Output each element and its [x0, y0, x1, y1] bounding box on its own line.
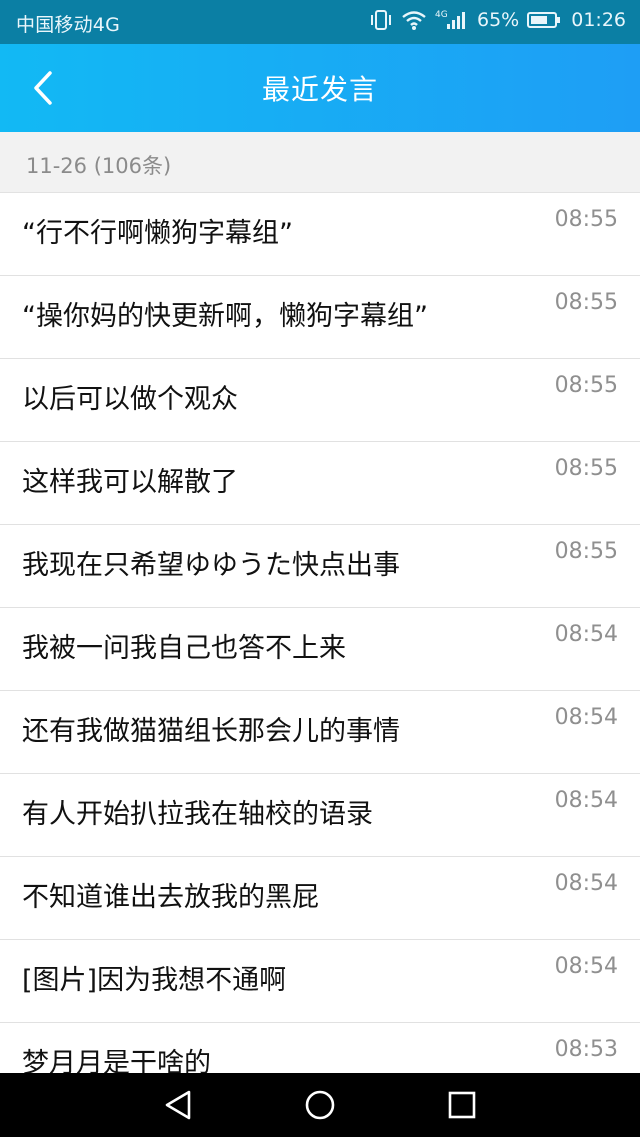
message-time: 08:55 [554, 539, 618, 564]
message-item[interactable]: 梦月月是干啥的 08:53 [0, 1023, 640, 1073]
message-text: 有人开始扒拉我在轴校的语录 [22, 799, 373, 830]
status-indicators: 4G 65% 01:26 [369, 9, 626, 31]
message-text: 不知道谁出去放我的黑屁 [22, 882, 319, 913]
title-bar: 最近发言 [0, 44, 640, 132]
message-item[interactable]: 还有我做猫猫组长那会儿的事情 08:54 [0, 691, 640, 774]
system-navigation-bar [0, 1073, 640, 1137]
message-item[interactable]: [图片]因为我想不通啊 08:54 [0, 940, 640, 1023]
message-item[interactable]: 这样我可以解散了 08:55 [0, 442, 640, 525]
message-text: 我被一问我自己也答不上来 [22, 633, 346, 664]
message-text: 还有我做猫猫组长那会儿的事情 [22, 716, 400, 747]
message-item[interactable]: 我现在只希望ゆゆうた快点出事 08:55 [0, 525, 640, 608]
wifi-icon [401, 9, 427, 31]
message-time: 08:53 [554, 1037, 618, 1062]
message-time: 08:55 [554, 207, 618, 232]
date-section-header: 11-26 (106条) [0, 132, 640, 193]
message-time: 08:54 [554, 954, 618, 979]
message-text: 以后可以做个观众 [22, 384, 238, 415]
carrier-label: 中国移动4G [16, 14, 121, 36]
recent-messages-screen: 中国移动4G 4G 65% 01:26 最近发言 11-26 (106条) “行… [0, 0, 640, 1137]
message-item[interactable]: “操你妈的快更新啊，懒狗字幕组” 08:55 [0, 276, 640, 359]
nav-home-button[interactable] [298, 1085, 342, 1125]
message-time: 08:54 [554, 622, 618, 647]
page-title: 最近发言 [261, 73, 378, 106]
message-time: 08:54 [554, 705, 618, 730]
nav-recent-icon [448, 1091, 476, 1119]
message-item[interactable]: “行不行啊懒狗字幕组” 08:55 [0, 193, 640, 276]
message-text: 梦月月是干啥的 [22, 1048, 211, 1073]
vibrate-icon [369, 9, 393, 31]
message-time: 08:54 [554, 788, 618, 813]
message-text: [图片]因为我想不通啊 [22, 965, 287, 996]
nav-home-icon [305, 1090, 335, 1120]
message-item[interactable]: 有人开始扒拉我在轴校的语录 08:54 [0, 774, 640, 857]
status-bar: 中国移动4G 4G 65% 01:26 [0, 0, 640, 44]
message-item[interactable]: 以后可以做个观众 08:55 [0, 359, 640, 442]
message-item[interactable]: 不知道谁出去放我的黑屁 08:54 [0, 857, 640, 940]
message-time: 08:55 [554, 373, 618, 398]
nav-recent-button[interactable] [440, 1085, 484, 1125]
nav-back-button[interactable] [156, 1085, 200, 1125]
nav-back-icon [165, 1090, 191, 1120]
message-item[interactable]: 我被一问我自己也答不上来 08:54 [0, 608, 640, 691]
message-text: 这样我可以解散了 [22, 467, 238, 498]
status-clock: 01:26 [571, 9, 626, 31]
message-text: “行不行啊懒狗字幕组” [22, 218, 293, 249]
message-text: “操你妈的快更新啊，懒狗字幕组” [22, 301, 428, 332]
message-list[interactable]: “行不行啊懒狗字幕组” 08:55 “操你妈的快更新啊，懒狗字幕组” 08:55… [0, 193, 640, 1073]
message-time: 08:54 [554, 871, 618, 896]
message-time: 08:55 [554, 290, 618, 315]
network-type-label: 4G [435, 10, 448, 20]
message-text: 我现在只希望ゆゆうた快点出事 [22, 550, 400, 581]
section-date-label: 11-26 (106条) [26, 154, 172, 178]
battery-icon [527, 10, 561, 30]
signal-icon: 4G [435, 9, 469, 31]
message-time: 08:55 [554, 456, 618, 481]
battery-percent: 65% [477, 9, 520, 31]
